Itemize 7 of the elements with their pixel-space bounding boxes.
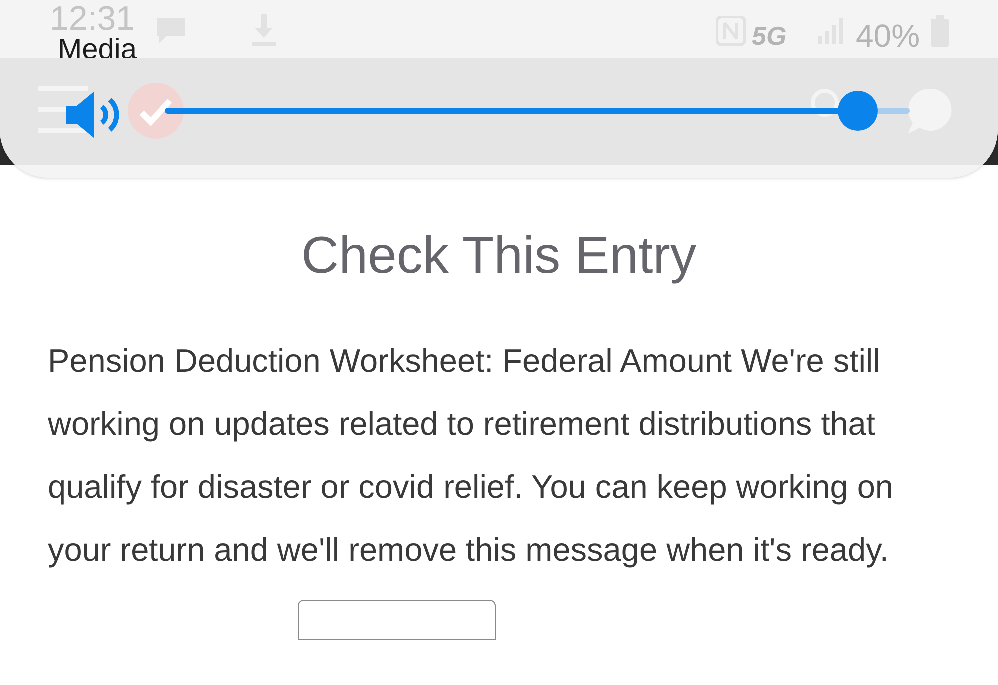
message-text: Pension Deduction Worksheet: Federal Amount We're still working on updates related to retirement distributions that qualify for disaster or covid relief. You can keep working on your return and we'll remove this message when it's ready. bbox=[48, 342, 894, 570]
page-title: Check This Entry bbox=[300, 226, 698, 286]
network-label: 5G bbox=[752, 20, 787, 53]
check-circle-icon bbox=[128, 83, 184, 139]
volume-slider[interactable] bbox=[165, 91, 910, 131]
button[interactable] bbox=[298, 600, 496, 640]
battery-percentage: 40% bbox=[856, 17, 920, 56]
